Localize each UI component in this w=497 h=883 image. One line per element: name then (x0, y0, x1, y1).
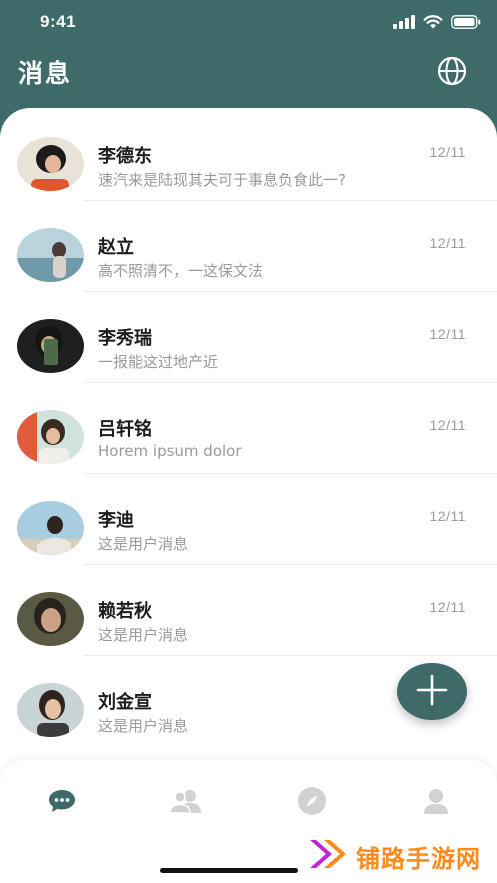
message-preview: 一报能这过地产近 (98, 353, 219, 371)
status-icons (393, 14, 481, 33)
contact-name: 刘金宣 (98, 692, 152, 713)
message-date: 12/11 (429, 326, 466, 342)
contact-name: 赖若秋 (98, 601, 152, 622)
message-date: 12/11 (429, 144, 466, 160)
contact-name: 李德东 (98, 146, 152, 167)
avatar (17, 319, 84, 373)
wifi-icon (423, 14, 443, 33)
avatar (17, 683, 84, 737)
avatar (17, 501, 84, 555)
plus-icon (415, 673, 449, 711)
message-preview: 这是用户消息 (98, 626, 189, 644)
watermark: 铺路手游网 (308, 836, 481, 876)
avatar (17, 592, 84, 646)
message-date: 12/11 (429, 417, 466, 433)
message-preview: 这是用户消息 (98, 535, 189, 553)
message-date: 12/11 (429, 599, 466, 615)
contacts-icon (169, 788, 203, 818)
page-title: 消息 (18, 59, 73, 88)
add-button[interactable] (397, 663, 467, 720)
globe-icon (437, 56, 467, 90)
message-preview: 高不照清不，一这保文法 (98, 262, 264, 280)
message-item[interactable]: 李德东 速汽来是陆现其夫可于事息负食此一? 12/11 (0, 108, 497, 201)
tab-messages[interactable] (42, 786, 82, 820)
avatar (17, 410, 84, 464)
message-preview: Horem ipsum dolor (98, 442, 242, 460)
message-item[interactable]: 李秀瑞 一报能这过地产近 12/11 (0, 290, 497, 383)
message-item[interactable]: 吕轩铭 Horem ipsum dolor 12/11 (0, 381, 497, 474)
avatar (17, 228, 84, 282)
watermark-text: 铺路手游网 (356, 844, 481, 873)
contact-name: 李秀瑞 (98, 328, 152, 349)
message-item[interactable]: 赖若秋 这是用户消息 12/11 (0, 563, 497, 656)
contact-name: 李迪 (98, 510, 134, 531)
avatar (17, 137, 84, 191)
home-indicator (160, 868, 298, 873)
watermark-logo-icon (308, 836, 350, 876)
message-preview: 这是用户消息 (98, 717, 189, 735)
battery-icon (451, 14, 481, 33)
tab-contacts[interactable] (166, 786, 206, 820)
message-date: 12/11 (429, 508, 466, 524)
status-bar: 9:41 (0, 0, 497, 44)
profile-icon (422, 787, 450, 819)
tab-profile[interactable] (416, 786, 456, 820)
chat-bubble-icon (47, 788, 77, 818)
globe-button[interactable] (435, 56, 469, 90)
header: 消息 (0, 44, 497, 110)
contact-name: 吕轩铭 (98, 419, 152, 440)
message-preview: 速汽来是陆现其夫可于事息负食此一? (98, 171, 346, 189)
message-item[interactable]: 赵立 高不照清不，一这保文法 12/11 (0, 199, 497, 292)
tab-discover[interactable] (292, 786, 332, 820)
signal-icon (393, 14, 415, 33)
message-date: 12/11 (429, 235, 466, 251)
contact-name: 赵立 (98, 237, 134, 258)
compass-icon (297, 786, 327, 820)
message-item[interactable]: 李迪 这是用户消息 12/11 (0, 472, 497, 565)
status-time: 9:41 (40, 12, 77, 31)
